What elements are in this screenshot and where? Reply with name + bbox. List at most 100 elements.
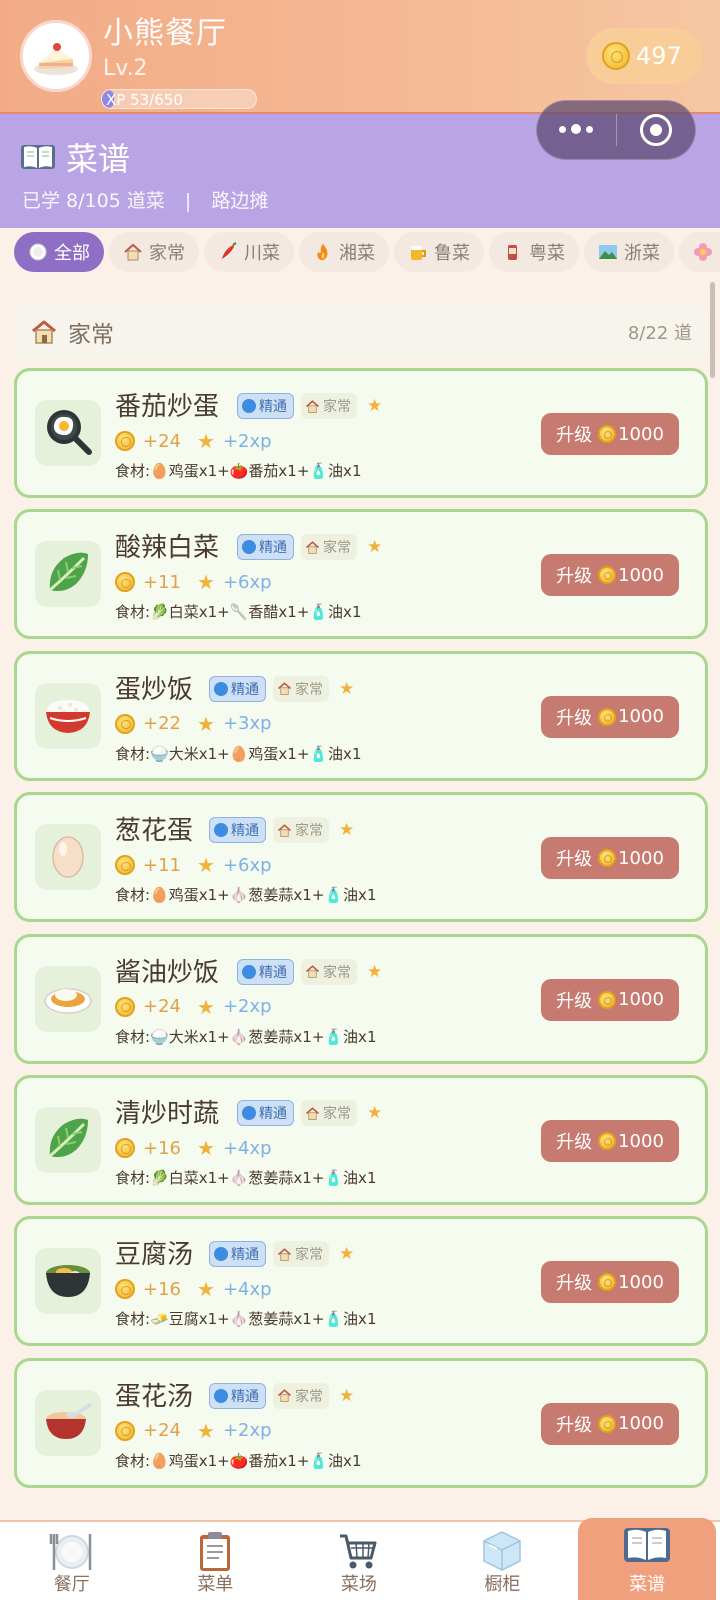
coin-balance[interactable]: 497 (586, 28, 702, 84)
ingredients: 食材:🥬白菜x1+🥄香醋x1+🧴油x1 (115, 603, 362, 622)
xp-reward: +3xp (222, 713, 272, 735)
tab-cart[interactable]: 菜场 (287, 1522, 431, 1600)
dish-rewards: +24 ★ +2xp (115, 995, 272, 1019)
tab-book[interactable]: 菜谱 (578, 1518, 716, 1600)
dish-rewards: +11 ★ +6xp (115, 853, 272, 877)
coin-icon (598, 566, 617, 585)
coin-icon (115, 713, 135, 734)
dish-rewards: +22 ★ +3xp (115, 712, 272, 736)
house-icon (305, 964, 320, 979)
star-icon: ★ (339, 678, 355, 699)
dish-image (35, 1107, 101, 1173)
category-badge-label: 家常 (323, 1106, 351, 1122)
xp-star-icon: ★ (197, 1277, 215, 1302)
dish-rewards: +24 ★ +2xp (115, 1419, 272, 1443)
beer-icon (408, 242, 428, 262)
dish-card[interactable]: 酱油炒饭 精通 家常 ★ +24 ★ +2xp 食材:🍚大米x1+🧄葱姜蒜x1+… (14, 933, 708, 1064)
mastery-label: 精通 (259, 1106, 287, 1122)
mastery-badge: 精通 (209, 817, 266, 844)
egg-icon (42, 829, 94, 885)
avatar[interactable] (20, 20, 92, 92)
upgrade-button[interactable]: 升级 1000 (541, 837, 679, 880)
xp-star-icon: ★ (197, 429, 215, 453)
dish-card[interactable]: 清炒时蔬 精通 家常 ★ +16 ★ +4xp 食材:🥬白菜x1+🧄葱姜蒜x1+… (14, 1075, 708, 1205)
coin-icon (598, 1414, 617, 1433)
category-badge-label: 家常 (295, 823, 323, 840)
dish-rewards: +24 ★ +2xp (115, 429, 272, 453)
upgrade-button[interactable]: 升级 1000 (541, 1402, 679, 1445)
ingredients: 食材:🥬白菜x1+🧄葱姜蒜x1+🧴油x1 (115, 1169, 377, 1187)
location-name: 路边摊 (211, 190, 269, 212)
tab-ice-cube[interactable]: 橱柜 (431, 1522, 575, 1600)
tab-clipboard[interactable]: 菜单 (144, 1522, 288, 1600)
top-header: 小熊餐厅 Lv.2 XP 53/650 497 (0, 0, 720, 112)
mastery-dot-icon (214, 1388, 228, 1403)
category-chip-label: 川菜 (244, 243, 280, 264)
mastery-dot-icon (214, 1247, 228, 1262)
house-icon (32, 320, 56, 344)
category-chip[interactable]: 粤菜 (489, 232, 579, 272)
category-chip-label: 粤菜 (529, 243, 565, 264)
gold-reward: +24 (143, 996, 181, 1018)
upgrade-button[interactable]: 升级 1000 (541, 1120, 679, 1162)
dish-card[interactable]: 蛋炒饭 精通 家常 ★ +22 ★ +3xp 食材:🍚大米x1+🥚鸡蛋x1+🧴油… (14, 650, 708, 781)
coin-icon (602, 42, 630, 70)
fire-icon (313, 242, 333, 262)
xp-progress-bar: XP 53/650 (101, 89, 257, 109)
category-chip[interactable]: 全部 (14, 232, 104, 272)
category-badge-label: 家常 (295, 1247, 323, 1264)
xp-star-icon: ★ (197, 1418, 215, 1443)
learned-count: 已学 8/105 道菜 (22, 190, 165, 212)
dish-card[interactable]: 葱花蛋 精通 家常 ★ +11 ★ +6xp 食材:🥚鸡蛋x1+🧄葱姜蒜x1+🧴… (14, 792, 708, 923)
upgrade-button[interactable]: 升级 1000 (541, 695, 679, 738)
upgrade-button[interactable]: 升级 1000 (541, 978, 679, 1021)
category-badge-label: 家常 (295, 681, 323, 698)
dish-card[interactable]: 蛋花汤 精通 家常 ★ +24 ★ +2xp 食材:🥚鸡蛋x1+🍅番茄x1+🧴油… (14, 1357, 708, 1488)
mastery-dot-icon (242, 964, 256, 979)
category-chip-label: 全部 (54, 243, 90, 264)
more-button[interactable] (537, 100, 616, 160)
mastery-label: 精通 (231, 823, 259, 840)
xp-star-icon: ★ (197, 853, 215, 878)
gold-reward: +11 (143, 854, 181, 876)
tab-dining[interactable]: 餐厅 (0, 1522, 144, 1600)
category-chip[interactable]: 鲁菜 (394, 232, 484, 272)
category-badge-label: 家常 (323, 540, 351, 557)
dish-card[interactable]: 番茄炒蛋 精通 家常 ★ +24 ★ +2xp 食材:🥚鸡蛋x1+🍅番茄x1+🧴… (14, 368, 708, 498)
category-chip[interactable]: 浙菜 (584, 232, 674, 272)
category-badge: 家常 (301, 393, 357, 419)
xp-reward: +6xp (222, 571, 272, 593)
dining-icon (49, 1528, 95, 1579)
house-icon (277, 1247, 292, 1262)
dish-image (35, 824, 101, 891)
upgrade-button[interactable]: 升级 1000 (541, 554, 679, 597)
upgrade-button[interactable]: 升级 1000 (541, 413, 679, 455)
close-miniprogram-button[interactable] (617, 100, 696, 160)
category-chip[interactable]: 家常 (109, 232, 199, 272)
rice-bowl-icon (42, 688, 94, 744)
house-icon (305, 540, 320, 555)
category-badge: 家常 (273, 675, 329, 702)
coin-amount: 497 (636, 42, 682, 70)
mastery-badge: 精通 (209, 1382, 266, 1409)
category-badge-label: 家常 (295, 1388, 323, 1405)
dish-rewards: +16 ★ +4xp (115, 1277, 272, 1301)
cart-icon (336, 1528, 382, 1579)
category-chip[interactable]: 川菜 (204, 232, 294, 272)
mastery-badge: 精通 (209, 1241, 266, 1268)
category-chip[interactable]: 湘菜 (299, 232, 389, 272)
xp-reward: +4xp (222, 1278, 272, 1300)
mastery-dot-icon (214, 823, 228, 838)
category-chip[interactable]: 苏 (679, 232, 720, 272)
star-icon: ★ (339, 1385, 355, 1406)
dish-card[interactable]: 豆腐汤 精通 家常 ★ +16 ★ +4xp 食材:🧈豆腐x1+🧄葱姜蒜x1+🧴… (14, 1216, 708, 1347)
dish-card[interactable]: 酸辣白菜 精通 家常 ★ +11 ★ +6xp 食材:🥬白菜x1+🥄香醋x1+🧴… (14, 509, 708, 640)
mastery-label: 精通 (259, 540, 287, 557)
coin-icon (598, 707, 617, 726)
dish-image (35, 400, 101, 466)
upgrade-button[interactable]: 升级 1000 (541, 1261, 679, 1304)
fried-egg-pan-icon (42, 405, 94, 461)
coin-icon (598, 1132, 617, 1150)
dish-name: 酸辣白菜 (115, 533, 220, 564)
scrollbar-thumb[interactable] (710, 282, 715, 378)
